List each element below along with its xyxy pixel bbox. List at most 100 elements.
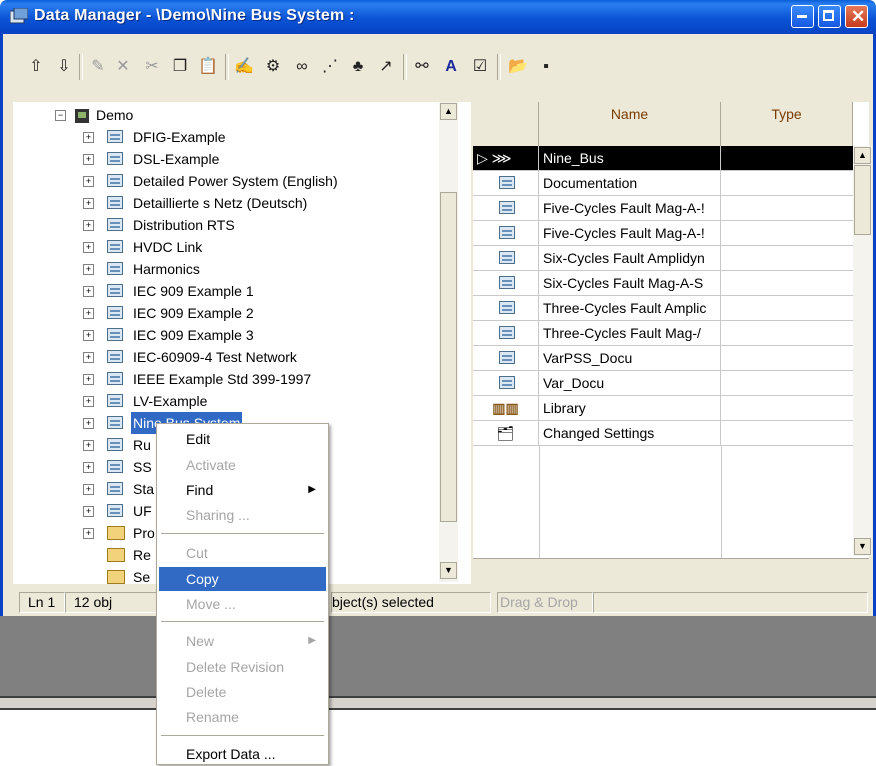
- scroll-down-icon[interactable]: ▼: [854, 538, 871, 555]
- project-icon: [107, 372, 123, 385]
- menu-item-cut[interactable]: Cut: [159, 541, 326, 565]
- grid-row[interactable]: Var_Docu: [473, 371, 853, 396]
- scroll-down-icon[interactable]: ▼: [440, 562, 457, 579]
- menu-item-export-data[interactable]: Export Data ...: [159, 742, 326, 766]
- expand-icon[interactable]: +: [83, 264, 94, 275]
- binoculars-view-icon[interactable]: ∞: [291, 56, 313, 78]
- expand-icon[interactable]: +: [83, 418, 94, 429]
- grid-row[interactable]: Six-Cycles Fault Mag-A-S: [473, 271, 853, 296]
- paste-icon[interactable]: 📋: [197, 56, 219, 78]
- expand-icon[interactable]: +: [83, 484, 94, 495]
- column-header-name[interactable]: Name: [539, 102, 721, 146]
- grid-row[interactable]: ▥▥ Library: [473, 396, 853, 421]
- grid-row[interactable]: 🗂 Changed Settings: [473, 421, 853, 446]
- grid-row[interactable]: Five-Cycles Fault Mag-A-!: [473, 221, 853, 246]
- toolbar-separator: [403, 54, 407, 80]
- menu-item-find[interactable]: Find ▶: [159, 478, 326, 502]
- copy-icon[interactable]: ❐: [169, 56, 191, 78]
- close-button[interactable]: ✕: [845, 5, 868, 28]
- scroll-up-icon[interactable]: ▲: [440, 103, 457, 120]
- status-drag-drop[interactable]: Drag & Drop: [497, 592, 593, 613]
- find-icon[interactable]: ⚯: [411, 56, 433, 78]
- expand-icon[interactable]: +: [83, 330, 94, 341]
- expand-icon[interactable]: +: [83, 374, 94, 385]
- network-icon[interactable]: ♣: [347, 56, 369, 78]
- grid-row-selected[interactable]: ▷ ⋙ Nine_Bus: [473, 146, 853, 171]
- grid-row[interactable]: Three-Cycles Fault Mag-/: [473, 321, 853, 346]
- menu-item-edit[interactable]: Edit: [159, 427, 326, 451]
- save-icon[interactable]: ▪: [535, 56, 557, 78]
- context-menu[interactable]: Edit Activate Find ▶ Sharing ... Cut Copy…: [156, 423, 329, 765]
- grid-cell-type: [721, 421, 853, 445]
- column-divider: [539, 446, 540, 558]
- graph-icon[interactable]: ⋰: [319, 56, 341, 78]
- menu-separator: [161, 533, 324, 534]
- grid-cell-name: Library: [539, 396, 721, 420]
- title-bar[interactable]: Data Manager - \Demo\Nine Bus System : ✕: [0, 0, 876, 34]
- expand-icon[interactable]: +: [83, 462, 94, 473]
- menu-item-sharing[interactable]: Sharing ...: [159, 503, 326, 527]
- grid-cell-type: [721, 321, 853, 345]
- toolbar-separator: [79, 54, 83, 80]
- expand-icon[interactable]: +: [83, 352, 94, 363]
- menu-item-rename[interactable]: Rename: [159, 705, 326, 729]
- folder-up-icon[interactable]: ⇧: [25, 56, 47, 78]
- column-header-type[interactable]: Type: [721, 102, 853, 146]
- grid-scrollbar[interactable]: ▲ ▼: [853, 146, 872, 556]
- font-icon[interactable]: A: [440, 56, 462, 78]
- toolbar-separator: [225, 54, 229, 80]
- folder-down-icon[interactable]: ⇩: [53, 56, 75, 78]
- scroll-thumb[interactable]: [440, 192, 457, 522]
- menu-item-delete[interactable]: Delete: [159, 680, 326, 704]
- menu-item-copy[interactable]: Copy: [159, 567, 326, 591]
- scroll-thumb[interactable]: [854, 165, 871, 235]
- scroll-up-icon[interactable]: ▲: [854, 147, 871, 164]
- grid-row[interactable]: VarPSS_Docu: [473, 346, 853, 371]
- tree-label: Sta: [133, 481, 155, 497]
- grid-cell-type: [721, 271, 853, 295]
- edit-icon[interactable]: ✍: [233, 56, 255, 78]
- menu-item-move[interactable]: Move ...: [159, 592, 326, 616]
- tree-root[interactable]: − Demo: [55, 104, 435, 126]
- project-icon: [107, 460, 123, 473]
- grid-row[interactable]: Five-Cycles Fault Mag-A-!: [473, 196, 853, 221]
- expand-icon[interactable]: +: [83, 396, 94, 407]
- grid-row[interactable]: Six-Cycles Fault Amplidyn: [473, 246, 853, 271]
- grid-row[interactable]: Three-Cycles Fault Amplic: [473, 296, 853, 321]
- detail-icon[interactable]: ⚙: [262, 56, 284, 78]
- expand-icon[interactable]: +: [83, 308, 94, 319]
- expand-icon[interactable]: +: [83, 132, 94, 143]
- expand-icon[interactable]: +: [83, 220, 94, 231]
- expand-icon[interactable]: +: [83, 528, 94, 539]
- new-object-icon[interactable]: ✎: [87, 56, 109, 78]
- page-icon: [473, 221, 539, 245]
- tree-scrollbar[interactable]: ▲ ▼: [439, 102, 458, 582]
- menu-item-activate[interactable]: Activate: [159, 453, 326, 477]
- expand-icon[interactable]: +: [83, 154, 94, 165]
- maximize-button[interactable]: [818, 5, 841, 28]
- delete-icon[interactable]: ✕: [112, 56, 134, 78]
- expand-icon[interactable]: +: [83, 176, 94, 187]
- project-icon: [107, 174, 123, 187]
- open-icon[interactable]: 📂: [507, 56, 529, 78]
- expand-icon[interactable]: +: [83, 286, 94, 297]
- collapse-icon[interactable]: −: [55, 110, 66, 121]
- minimize-button[interactable]: [791, 5, 814, 28]
- object-grid[interactable]: Name Type ▷ ⋙ Nine_Bus Documentation Fiv…: [473, 102, 869, 585]
- expand-icon[interactable]: +: [83, 440, 94, 451]
- status-bar: Ln 1 12 obj bject(s) selected Drag & Dro…: [0, 590, 876, 616]
- grid-row[interactable]: Documentation: [473, 171, 853, 196]
- menu-item-label: New: [186, 633, 215, 649]
- expand-icon[interactable]: +: [83, 242, 94, 253]
- chart-icon[interactable]: ↗: [375, 56, 397, 78]
- grid-cell-name: Changed Settings: [539, 421, 721, 445]
- expand-icon[interactable]: +: [83, 198, 94, 209]
- menu-item-delete-revision[interactable]: Delete Revision: [159, 655, 326, 679]
- cut-icon[interactable]: ✂: [141, 56, 163, 78]
- report-icon[interactable]: ☑: [469, 56, 491, 78]
- tree-label: Detailed Power System (English): [133, 173, 338, 189]
- expand-icon[interactable]: +: [83, 506, 94, 517]
- grid-cell-type: [721, 371, 853, 395]
- menu-item-new[interactable]: New ▶: [159, 629, 326, 653]
- workspace-background: [0, 616, 876, 696]
